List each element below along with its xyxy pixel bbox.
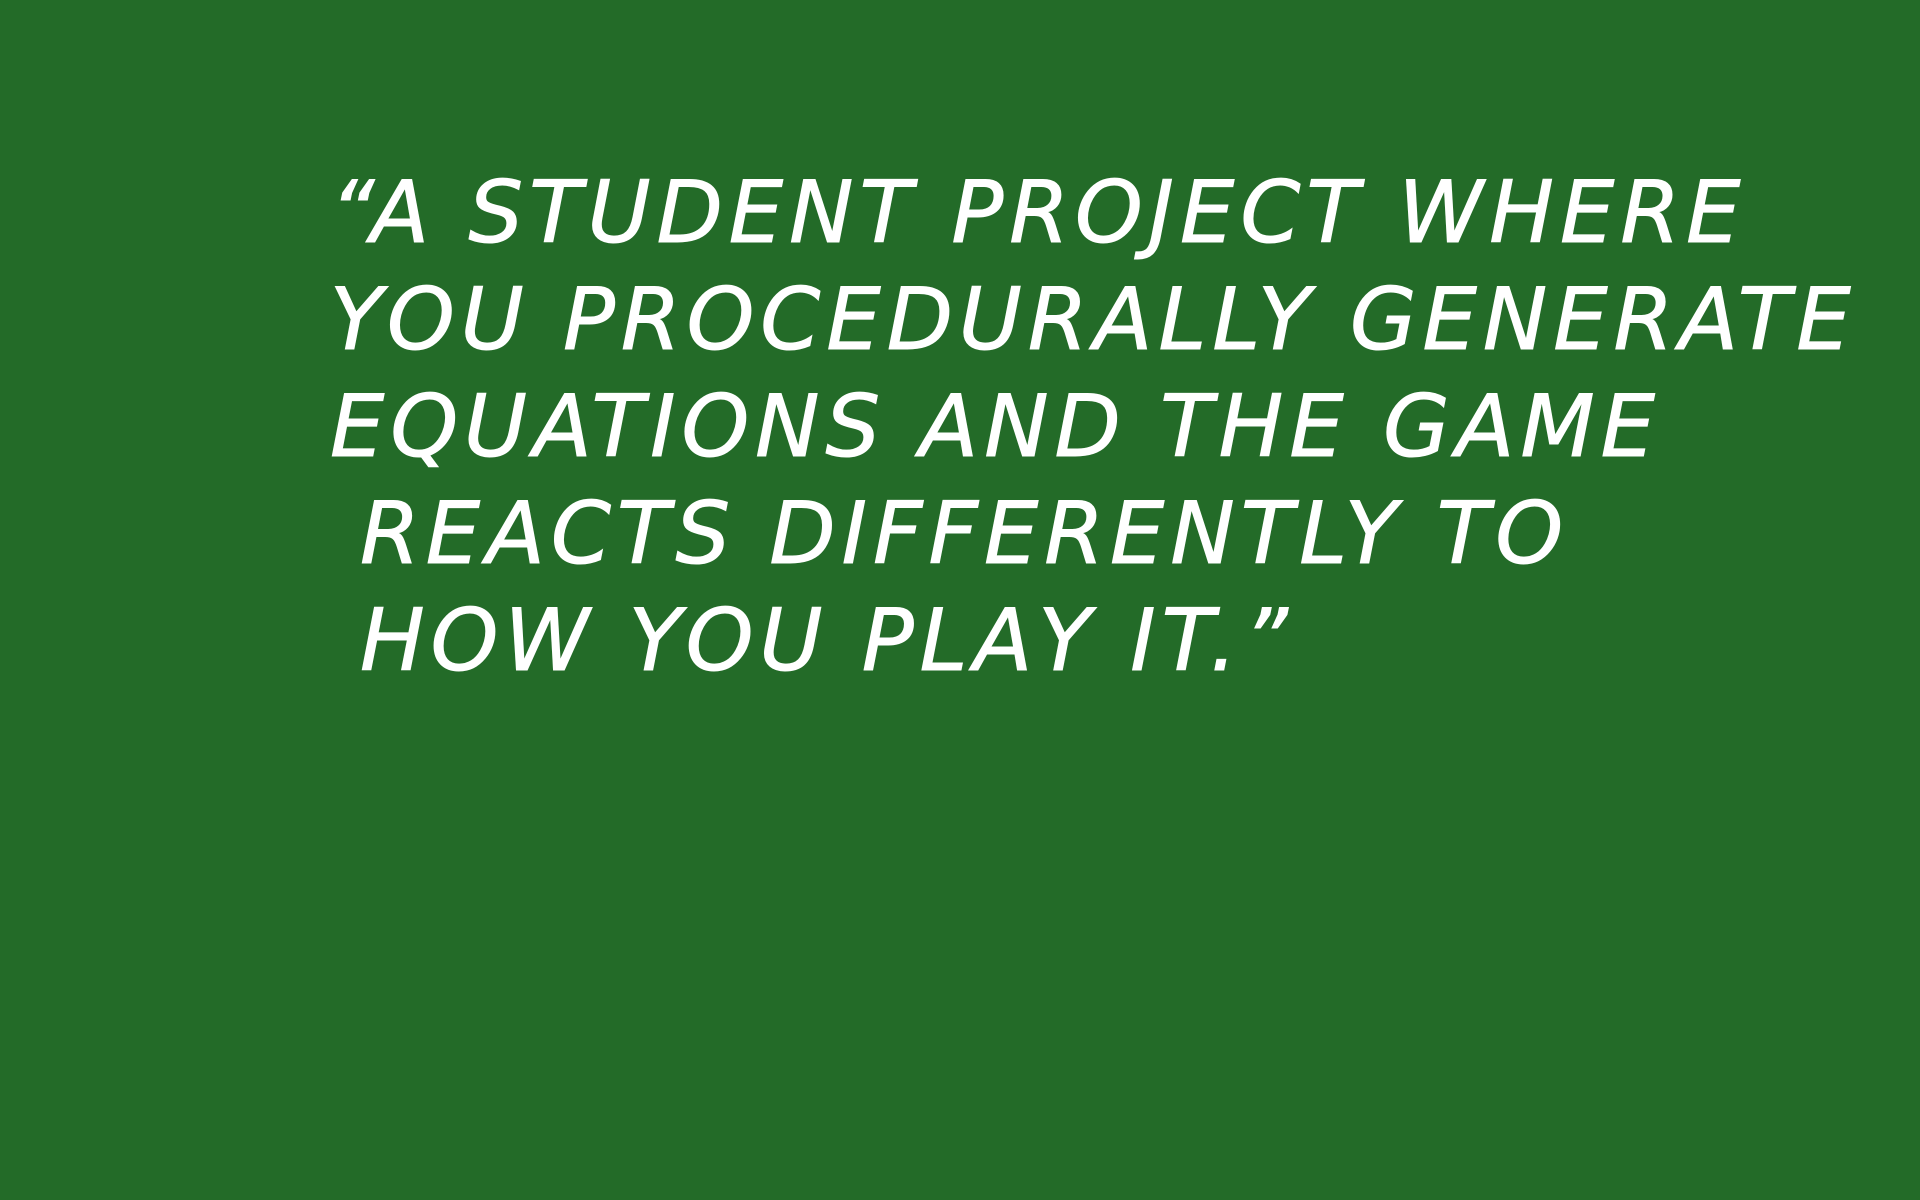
quote-line-3: EQUATIONS AND THE GAME (330, 377, 1662, 478)
quote-line-5: HOW YOU PLAY IT.” (360, 591, 1294, 692)
quote-line-4: REACTS DIFFERENTLY TO (360, 484, 1570, 585)
quote-text: “A STUDENT PROJECT WHERE YOU PROCEDURALL… (330, 160, 1857, 695)
quote-line-2: YOU PROCEDURALLY GENERATE (330, 270, 1857, 371)
chalkboard: “A STUDENT PROJECT WHERE YOU PROCEDURALL… (0, 0, 1920, 1200)
quote-line-1: “A STUDENT PROJECT WHERE (330, 163, 1747, 264)
